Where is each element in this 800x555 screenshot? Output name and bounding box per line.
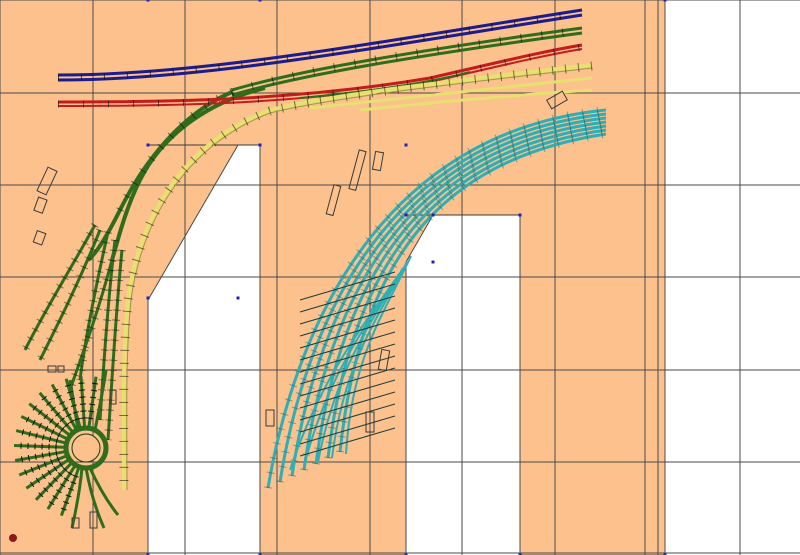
corner-mark [146,296,150,300]
corner-mark [404,213,408,217]
corner-mark [146,143,150,147]
corner-mark [518,213,522,217]
track-plan[interactable] [0,0,800,555]
corner-mark [431,260,435,264]
corner-mark [146,0,150,2]
corner-mark [404,143,408,147]
corner-mark [663,0,667,2]
layout-canvas[interactable] [0,0,800,555]
corner-mark [258,143,262,147]
corner-mark [236,296,240,300]
corner-mark [258,0,262,2]
origin-marker[interactable] [9,534,17,542]
corner-mark [431,213,435,217]
turntable[interactable] [63,425,109,471]
